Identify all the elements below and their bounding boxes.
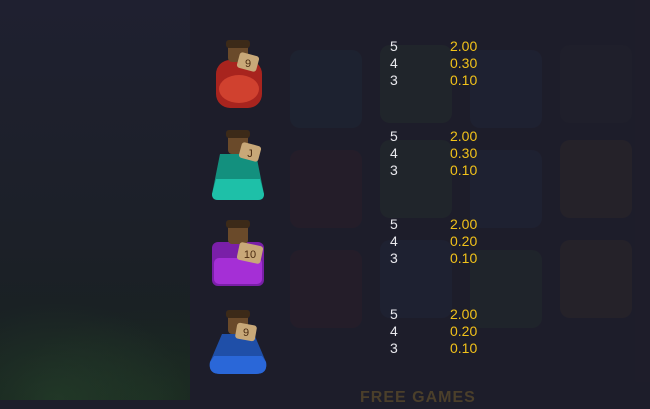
pay-count: 3: [390, 72, 398, 88]
pay-count: 5: [390, 38, 398, 54]
potion-badge: J: [247, 148, 253, 160]
pay-value: 0.30: [450, 145, 478, 161]
paytable-row-red-potion: 9 5 2.00 4 0.30 3 0.10: [200, 34, 500, 114]
grass-decoration: [0, 300, 190, 400]
pay-count: 3: [390, 162, 398, 178]
potion-badge: 9: [243, 327, 249, 339]
pay-count: 5: [390, 128, 398, 144]
pay-count: 4: [390, 145, 398, 161]
red-potion-icon: 9: [216, 40, 262, 108]
pay-count: 5: [390, 306, 398, 322]
paytable-row-blue-potion: 9 5 2.00 4 0.20 3 0.10: [200, 302, 500, 382]
pay-value: 0.10: [450, 162, 478, 178]
pay-value: 0.10: [450, 250, 478, 266]
paytable-row-purple-potion: 10 5 2.00 4 0.20 3 0.10: [200, 212, 500, 292]
pay-line: 4 0.30: [390, 55, 477, 72]
pay-values: 5 2.00 4 0.20 3 0.10: [390, 306, 477, 357]
pay-value: 0.30: [450, 55, 478, 71]
pay-line: 5 2.00: [390, 38, 477, 55]
pay-value: 0.20: [450, 233, 478, 249]
pay-values: 5 2.00 4 0.30 3 0.10: [390, 128, 477, 179]
pay-count: 3: [390, 250, 398, 266]
blue-potion-icon: 9: [209, 310, 267, 374]
pay-value: 0.10: [450, 340, 478, 356]
pay-line: 4 0.20: [390, 323, 477, 340]
pay-line: 4 0.20: [390, 233, 477, 250]
potion-badge: 9: [245, 58, 251, 70]
purple-potion-icon: 10: [212, 220, 264, 286]
pay-count: 3: [390, 340, 398, 356]
pay-value: 0.10: [450, 72, 478, 88]
pay-line: 3 0.10: [390, 162, 477, 179]
pay-count: 4: [390, 55, 398, 71]
pay-value: 2.00: [450, 216, 478, 232]
free-games-heading: FREE GAMES: [360, 389, 476, 406]
pay-line: 5 2.00: [390, 128, 477, 145]
pay-line: 3 0.10: [390, 340, 477, 357]
teal-potion-icon: J: [212, 130, 264, 200]
pay-count: 4: [390, 323, 398, 339]
pay-line: 4 0.30: [390, 145, 477, 162]
pay-values: 5 2.00 4 0.30 3 0.10: [390, 38, 477, 89]
potion-badge: 10: [244, 249, 256, 261]
pay-count: 5: [390, 216, 398, 232]
pay-value: 2.00: [450, 128, 478, 144]
pay-line: 3 0.10: [390, 72, 477, 89]
pay-value: 2.00: [450, 306, 478, 322]
pay-value: 2.00: [450, 38, 478, 54]
pay-values: 5 2.00 4 0.20 3 0.10: [390, 216, 477, 267]
pay-line: 5 2.00: [390, 306, 477, 323]
pay-value: 0.20: [450, 323, 478, 339]
pay-count: 4: [390, 233, 398, 249]
pay-line: 5 2.00: [390, 216, 477, 233]
pay-line: 3 0.10: [390, 250, 477, 267]
paytable-row-teal-potion: J 5 2.00 4 0.30 3 0.10: [200, 124, 500, 204]
